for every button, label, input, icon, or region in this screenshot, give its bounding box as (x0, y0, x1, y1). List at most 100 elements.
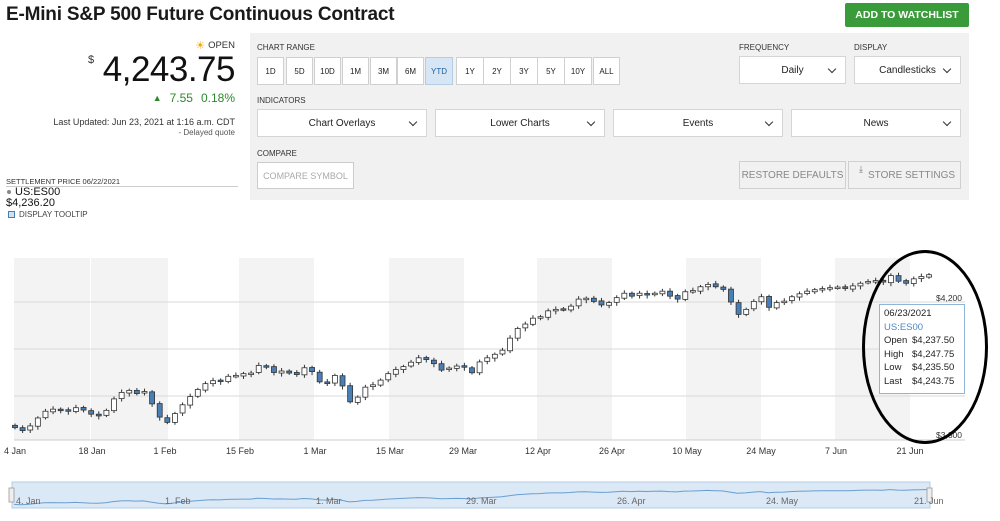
navigator-tick-label: 1. Feb (165, 496, 191, 506)
checkbox-icon[interactable] (8, 211, 15, 218)
restore-defaults-button[interactable]: RESTORE DEFAULTS (739, 161, 846, 189)
candle (453, 365, 460, 369)
indicator-select-overlays[interactable]: Chart Overlays (257, 109, 427, 137)
candle (728, 288, 734, 303)
tooltip-high: High $4,247.75 (884, 348, 960, 362)
range-button-5y[interactable]: 5Y (537, 57, 565, 85)
candle (537, 316, 544, 319)
candle (179, 404, 186, 414)
series-dot-icon (7, 190, 11, 194)
range-button-1d[interactable]: 1D (257, 57, 284, 85)
candle (34, 417, 41, 427)
range-button-10d[interactable]: 10D (314, 57, 341, 85)
candle (225, 375, 232, 382)
candle (80, 407, 87, 411)
x-tick-label: 1 Feb (153, 446, 176, 456)
tooltip-last-value: $4,243.75 (912, 375, 955, 387)
candle (301, 367, 308, 376)
candle (872, 280, 879, 283)
candle (667, 290, 673, 297)
candle (636, 292, 643, 296)
frequency-value: Daily (781, 64, 804, 76)
indicator-select-news[interactable]: News (791, 109, 961, 137)
range-button-2y[interactable]: 2Y (483, 57, 511, 85)
candle (111, 398, 117, 412)
candle (57, 408, 64, 412)
candle (910, 278, 917, 284)
candle (354, 396, 361, 403)
candle (103, 409, 110, 416)
candle (697, 286, 704, 292)
navigator-tick-label: 26. Apr (617, 496, 646, 506)
display-tooltip-toggle[interactable]: DISPLAY TOOLTIP (8, 210, 88, 219)
x-tick-label: 10 May (672, 446, 702, 456)
candle (507, 337, 513, 352)
candle (865, 281, 871, 284)
candle (895, 275, 902, 282)
candle (438, 363, 445, 371)
candle (789, 296, 795, 301)
add-to-watchlist-button[interactable]: ADD TO WATCHLIST (845, 3, 969, 27)
candle (339, 375, 346, 387)
last-updated: Last Updated: Jun 23, 2021 at 1:16 a.m. … (53, 117, 235, 127)
candle (255, 365, 262, 373)
candle (674, 295, 681, 300)
navigator-tick-label: 29. Mar (466, 496, 497, 506)
candle (316, 371, 323, 383)
candle (172, 413, 178, 423)
candle (187, 396, 194, 406)
range-button-ytd[interactable]: YTD (425, 57, 453, 85)
candle (712, 283, 719, 288)
frequency-select[interactable]: Daily (739, 56, 846, 84)
display-select[interactable]: Candlesticks (854, 56, 961, 84)
candle (370, 384, 376, 387)
store-settings-button[interactable]: ⤓ STORE SETTINGS (848, 161, 961, 189)
range-button-1y[interactable]: 1Y (456, 57, 484, 85)
indicator-select-events[interactable]: Events (613, 109, 783, 137)
candle (590, 297, 597, 302)
candle (431, 359, 437, 365)
chevron-down-icon (586, 117, 596, 127)
navigator-handle-left (8, 487, 15, 503)
range-button-1m[interactable]: 1M (342, 57, 369, 85)
compare-label: COMPARE (257, 149, 297, 158)
candle (926, 274, 932, 278)
candle (149, 391, 156, 405)
tooltip-open-label: Open (884, 335, 908, 346)
candle (811, 289, 818, 293)
download-icon: ⤓ (859, 164, 863, 174)
range-button-10y[interactable]: 10Y (564, 57, 592, 85)
tooltip-date: 06/23/2021 (884, 308, 932, 319)
candle (880, 279, 887, 283)
range-button-6m[interactable]: 6M (397, 57, 424, 85)
chart-controls-panel: CHART RANGE 1D 5D 10D 1M 3M 6M YTD 1Y 2Y 3Y 5Y 10Y A… (250, 33, 969, 200)
frequency-label: FREQUENCY (739, 43, 790, 52)
candle (743, 308, 750, 315)
candle (248, 372, 255, 375)
range-button-3m[interactable]: 3M (370, 57, 397, 85)
change-percent: 0.18% (200, 91, 235, 105)
candle (849, 285, 856, 290)
range-button-3y[interactable]: 3Y (510, 57, 538, 85)
chevron-down-icon (408, 117, 418, 127)
chart-tooltip: 06/23/2021 US:ES00 Open $4,237.50 High $4,… (879, 304, 965, 394)
indicator-select-lower-charts[interactable]: Lower Charts (435, 109, 605, 137)
range-button-all[interactable]: ALL (593, 57, 620, 85)
candle (42, 410, 49, 419)
candle (735, 302, 742, 315)
compare-symbol-input[interactable]: COMPARE SYMBOL (257, 162, 354, 189)
candle (232, 375, 239, 378)
range-button-5d[interactable]: 5D (286, 57, 313, 85)
indicators-label: INDICATORS (257, 96, 306, 105)
settlement-value: $4,236.20 (6, 197, 55, 209)
display-label: DISPLAY (854, 43, 888, 52)
candle (857, 282, 864, 287)
price-chart[interactable]: 4 Jan 18 Jan 1 Feb 15 Feb 1 Mar 15 Mar 29 Mar 1… (0, 230, 1000, 521)
indicator-label: Lower Charts (490, 117, 550, 129)
y-tick-label: $4,200 (936, 293, 962, 303)
candle (263, 365, 270, 368)
tooltip-open: Open $4,237.50 (884, 334, 960, 348)
candle (682, 291, 689, 300)
candle (552, 308, 559, 312)
candle (65, 409, 72, 412)
